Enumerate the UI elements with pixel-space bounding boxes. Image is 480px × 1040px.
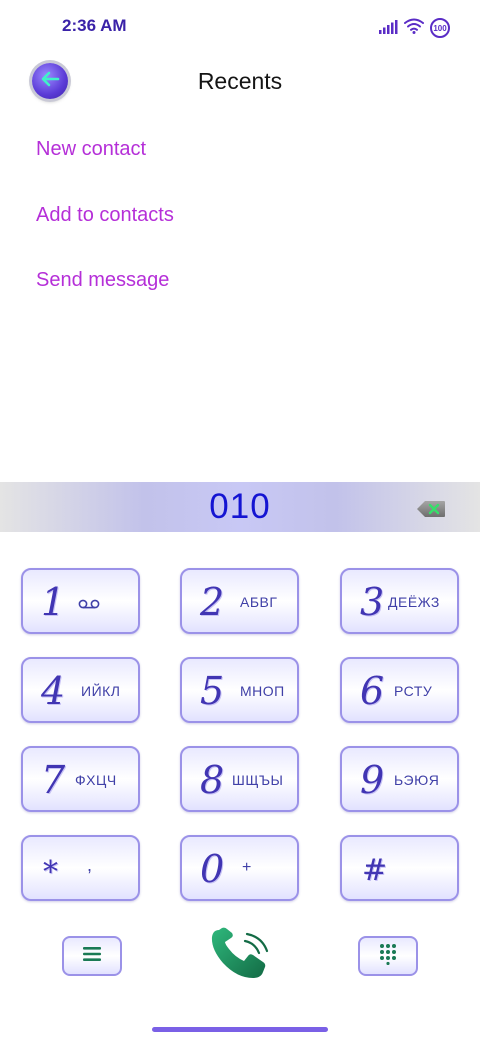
key-0[interactable]: 0 + [180, 835, 299, 901]
number-display: 010 [0, 482, 480, 532]
key-5[interactable]: 5 МНОП [180, 657, 299, 723]
key-digit: 3 [360, 580, 385, 624]
key-digit: 4 [41, 669, 66, 713]
key-3[interactable]: 3 ДЕЁЖЗ [340, 568, 459, 634]
status-time: 2:36 AM [62, 16, 127, 35]
key-4[interactable]: 4 ИЙКЛ [21, 657, 140, 723]
call-button[interactable] [207, 927, 273, 985]
status-bar: 2:36 AM 100 [0, 0, 480, 56]
key-digit: 5 [200, 669, 225, 713]
new-contact-link[interactable]: New contact [36, 138, 146, 161]
key-digit: 9 [360, 758, 385, 802]
battery-icon: 100 [430, 18, 450, 38]
key-digit: 8 [200, 758, 225, 802]
add-to-contacts-link[interactable]: Add to contacts [36, 204, 174, 227]
backspace-icon[interactable] [416, 500, 446, 522]
key-letters: АБВГ [240, 594, 278, 610]
key-digit: * [43, 855, 58, 890]
key-6[interactable]: 6 РСТУ [340, 657, 459, 723]
menu-button[interactable] [62, 936, 122, 976]
dialpad-icon [379, 943, 397, 969]
key-letters: + [242, 859, 252, 876]
send-message-link[interactable]: Send message [36, 269, 169, 292]
key-letters: РСТУ [394, 683, 433, 699]
key-digit: 6 [360, 669, 385, 713]
key-letters: ФХЦЧ [75, 772, 117, 788]
key-star[interactable]: * , [21, 835, 140, 901]
key-9[interactable]: 9 ЬЭЮЯ [340, 746, 459, 812]
key-8[interactable]: 8 ШЩЪЫ [180, 746, 299, 812]
wifi-icon [404, 18, 424, 38]
home-indicator[interactable] [152, 1027, 328, 1032]
key-2[interactable]: 2 АБВГ [180, 568, 299, 634]
key-letters: ДЕЁЖЗ [388, 594, 440, 610]
status-icons: 100 [378, 17, 450, 39]
key-digit: 0 [200, 847, 225, 891]
key-digit: # [362, 853, 388, 888]
key-digit: 1 [41, 580, 66, 624]
key-letters: , [87, 855, 93, 875]
key-hash[interactable]: # [340, 835, 459, 901]
key-letters: МНОП [240, 683, 285, 699]
signal-icon [378, 19, 398, 38]
key-1[interactable]: 1 [21, 568, 140, 634]
key-digit: 2 [200, 580, 225, 624]
dialpad-button[interactable] [358, 936, 418, 976]
key-digit: 7 [41, 758, 66, 802]
key-letters: ИЙКЛ [81, 683, 121, 699]
key-7[interactable]: 7 ФХЦЧ [21, 746, 140, 812]
voicemail-icon [78, 596, 100, 615]
key-letters: ШЩЪЫ [232, 772, 284, 788]
dialed-number[interactable]: 010 [0, 487, 480, 527]
phone-icon [209, 927, 271, 985]
page-title: Recents [197, 68, 283, 94]
menu-icon [82, 946, 102, 966]
key-letters: ЬЭЮЯ [394, 772, 440, 788]
